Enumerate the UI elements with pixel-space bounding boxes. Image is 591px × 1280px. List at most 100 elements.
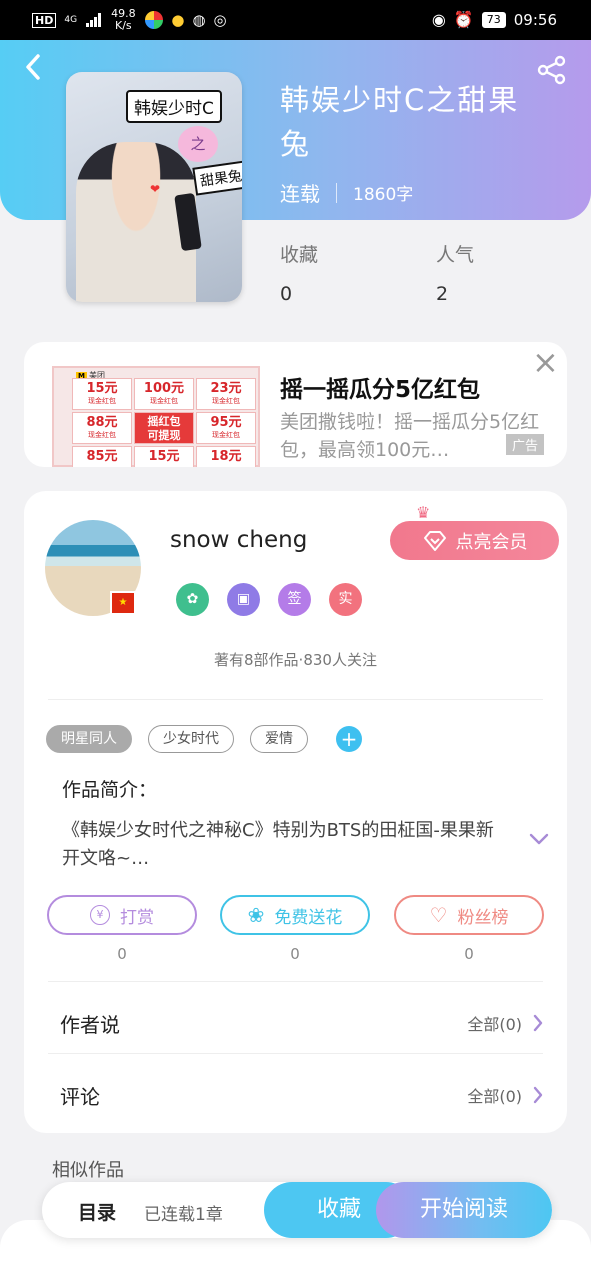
ad-grid: 15元 现金红包 100元 现金红包 23元 现金红包 88元 现金红包 摇红包 可提现 … xyxy=(72,378,262,467)
yen-icon: ¥ xyxy=(90,905,110,925)
row-right: 全部(0) xyxy=(467,1083,544,1107)
eye-icon: ◉ xyxy=(431,10,446,29)
author-stats: 著有8部作品·830人关注 xyxy=(214,651,377,669)
row-title: 作者说 xyxy=(60,1012,120,1037)
stat-favorites: 收藏 0 xyxy=(280,240,318,305)
sign-icon[interactable]: 签 xyxy=(278,583,311,616)
crown-icon: ♛ xyxy=(416,503,431,522)
tip-button[interactable]: ¥ 打赏 xyxy=(47,895,197,935)
status-bar-right: ◉ ⏰ 73 09:56 xyxy=(432,10,557,29)
add-tag-button[interactable]: + xyxy=(336,726,362,752)
row-link: 全部(0) xyxy=(467,1015,522,1034)
ad-tile: 85元 xyxy=(72,446,132,467)
intro-label: 作品简介： xyxy=(62,779,158,801)
fan-icon: ♡ xyxy=(429,903,448,927)
stat-label: 收藏 xyxy=(280,244,319,266)
chevron-down-icon xyxy=(529,833,549,845)
ad-tile: 95元 现金红包 xyxy=(196,412,256,444)
tag-list: 明星同人 少女时代 爱情 + xyxy=(46,725,362,753)
back-button[interactable] xyxy=(22,52,48,82)
chevron-left-icon xyxy=(26,54,40,80)
ad-tile: 15元 xyxy=(134,446,194,467)
share-icon xyxy=(537,55,566,85)
ad-tile: 100元 现金红包 xyxy=(134,378,194,410)
close-icon[interactable]: × xyxy=(532,346,559,378)
stat-value: 2 xyxy=(436,283,449,305)
chapter-count[interactable]: 已连载1章 xyxy=(144,1200,223,1225)
ad-tile: 18元 xyxy=(196,446,256,467)
book-meta: 连载 1860字 xyxy=(280,178,413,207)
ad-tile: 88元 现金红包 xyxy=(72,412,132,444)
send-flower-button-label: 免费送花 xyxy=(274,907,343,928)
row-link: 全部(0) xyxy=(467,1087,522,1106)
ad-badge: 广告 xyxy=(506,434,545,455)
signal-icon xyxy=(86,13,102,27)
heart-icon: ❤ xyxy=(150,182,161,196)
divider xyxy=(48,699,543,700)
ad-tile: 15元 现金红包 xyxy=(72,378,132,410)
divider xyxy=(48,1053,543,1054)
tip-button-label: 打赏 xyxy=(120,907,154,928)
tag[interactable]: 爱情 xyxy=(250,725,308,753)
flower-count: 0 xyxy=(290,945,300,963)
ad-card[interactable]: M 美团 15元 现金红包 100元 现金红包 23元 现金红包 88元 现金红包 摇红包… xyxy=(24,342,567,467)
hd-indicator: HD xyxy=(32,12,57,28)
stat-popularity: 人气 2 xyxy=(436,240,474,305)
fan-count: 0 xyxy=(464,945,474,963)
author-notes-row[interactable]: 作者说 全部(0) xyxy=(60,1003,544,1043)
handshake-icon[interactable]: ✿ xyxy=(176,583,209,616)
calendar-icon[interactable]: ▣ xyxy=(227,583,260,616)
flower-icon: ❀ xyxy=(247,903,265,927)
ad-title: 摇一摇瓜分5亿红包 xyxy=(280,377,481,403)
stat-value: 0 xyxy=(280,283,293,305)
meta-divider xyxy=(336,182,337,203)
tag[interactable]: 少女时代 xyxy=(148,725,234,753)
ad-tile: 23元 现金红包 xyxy=(196,378,256,410)
vip-button-label: 点亮会员 xyxy=(455,531,528,553)
cover-text-top: 韩娱少时C xyxy=(126,90,222,123)
serial-status: 连载 xyxy=(280,182,320,206)
stat-label: 人气 xyxy=(436,244,475,266)
clock: 09:56 xyxy=(513,10,557,29)
battery-icon: 73 xyxy=(481,11,506,28)
vip-button[interactable]: 点亮会员 xyxy=(390,521,559,560)
comments-row[interactable]: 评论 全部(0) xyxy=(60,1075,544,1115)
tip-count: 0 xyxy=(117,945,127,963)
flag-icon: ★ xyxy=(110,591,136,615)
author-badges: ✿ ▣ 签 实 xyxy=(176,583,362,616)
word-count: 1860字 xyxy=(353,185,414,205)
tag[interactable]: 明星同人 xyxy=(46,725,132,753)
start-reading-button[interactable]: 开始阅读 xyxy=(376,1182,552,1238)
cover-heart: 之 xyxy=(178,126,218,162)
expand-intro-button[interactable] xyxy=(528,827,550,852)
wechat-icon: ◍ xyxy=(192,11,206,29)
network-speed: 49.8 K/s xyxy=(111,7,136,32)
book-cover[interactable]: 韩娱少时C 之 甜果兔 ❤ xyxy=(66,72,242,302)
row-right: 全部(0) xyxy=(467,1011,544,1035)
fan-ranking-button[interactable]: ♡ 粉丝榜 xyxy=(394,895,544,935)
lightbulb-icon: ● xyxy=(171,11,185,29)
fan-ranking-button-label: 粉丝榜 xyxy=(457,907,509,928)
alarm-icon: ⏰ xyxy=(453,10,474,29)
divider xyxy=(48,981,543,982)
share-button[interactable] xyxy=(536,54,568,86)
cover-text-bottom: 甜果兔 xyxy=(192,160,242,196)
book-detail-card: ★ snow cheng ♛ 点亮会员 ✿ ▣ 签 实 著有8部作品·830人关… xyxy=(24,491,567,1133)
chevron-right-icon xyxy=(533,1014,543,1032)
status-bar-left: HD 4G 49.8 K/s ● ◍ ◎ xyxy=(32,8,227,32)
verified-icon[interactable]: 实 xyxy=(329,583,362,616)
chevron-right-icon xyxy=(533,1086,543,1104)
ad-tile-highlight: 摇红包 可提现 xyxy=(134,412,194,444)
app-icon xyxy=(145,11,164,29)
send-flower-button[interactable]: ❀ 免费送花 xyxy=(220,895,370,935)
network-type: 4G xyxy=(64,15,78,25)
book-title: 韩娱少时C之甜果兔 xyxy=(280,83,520,161)
status-bar: HD 4G 49.8 K/s ● ◍ ◎ ◉ ⏰ 73 09:56 xyxy=(0,0,591,40)
bottom-action-bar: 目录 已连载1章 收藏 开始阅读 xyxy=(42,1182,552,1238)
author-name[interactable]: snow cheng xyxy=(170,527,307,553)
diamond-icon xyxy=(423,530,446,551)
intro-text: 《韩娱少女时代之神秘C》特别为BTS的田柾国-果果新开文咯~… xyxy=(62,820,494,869)
toc-button[interactable]: 目录 xyxy=(78,1198,116,1225)
aperture-icon: ◎ xyxy=(213,11,227,29)
row-title: 评论 xyxy=(60,1084,100,1109)
